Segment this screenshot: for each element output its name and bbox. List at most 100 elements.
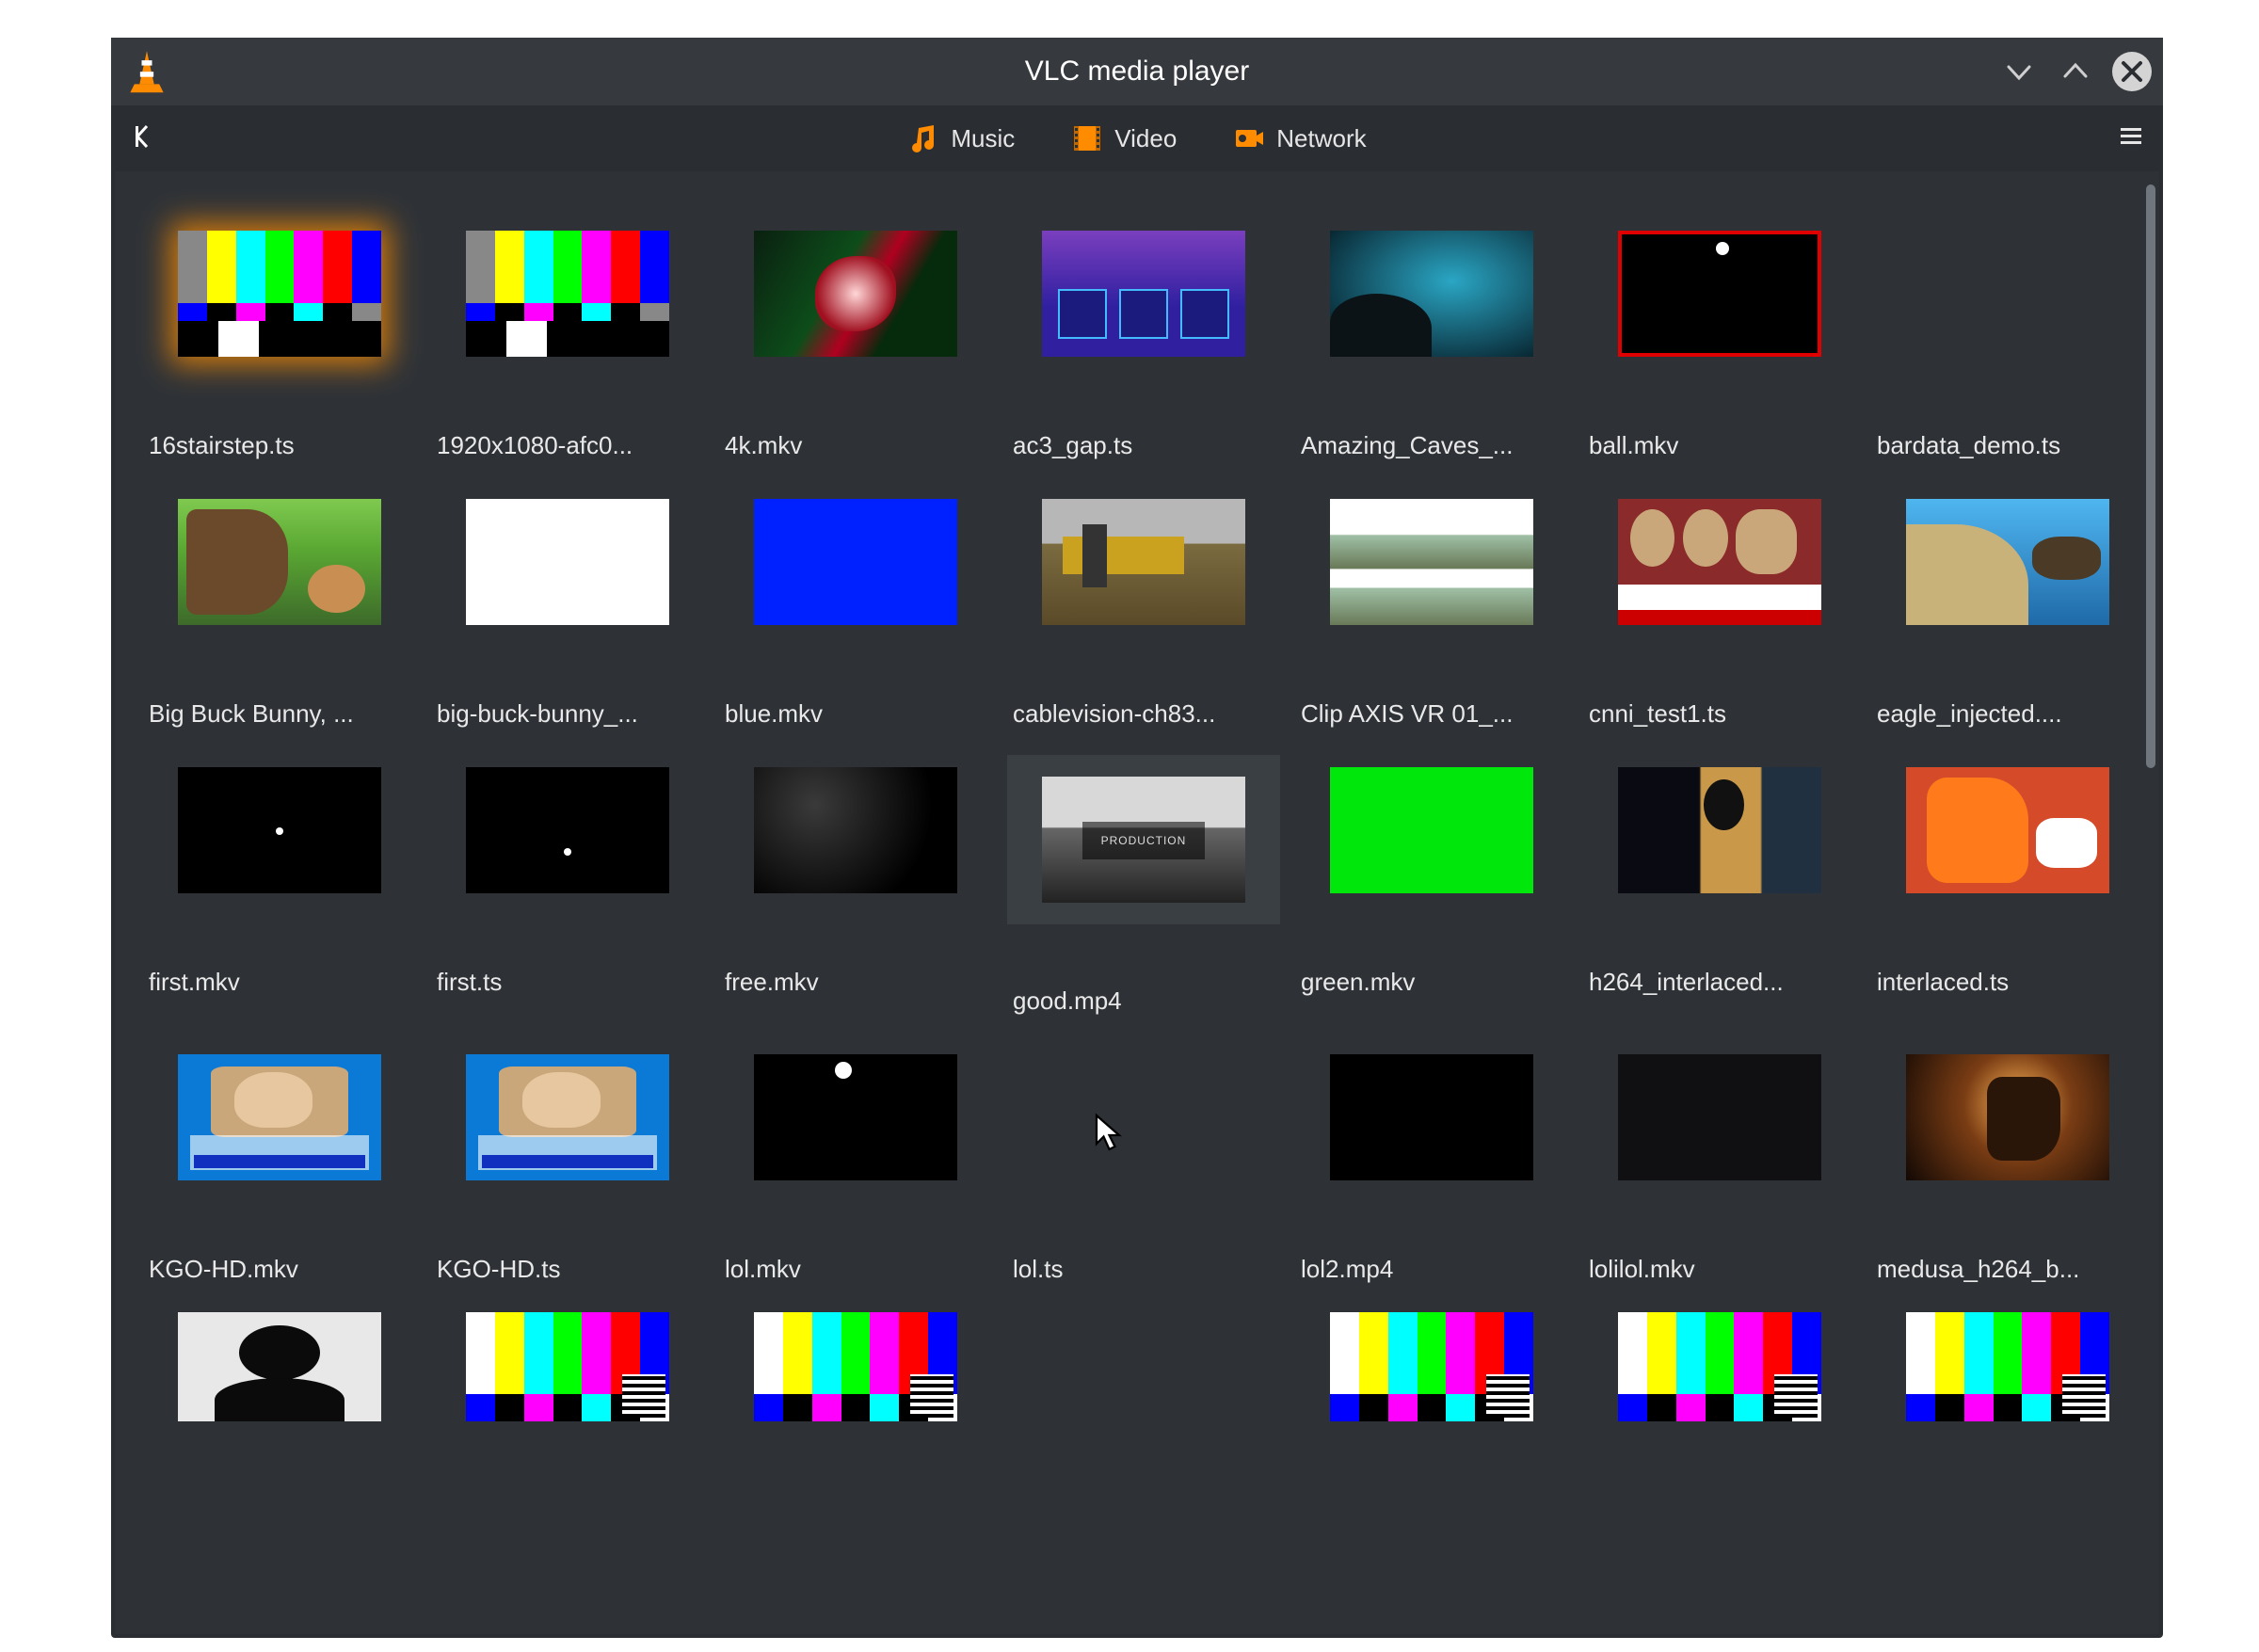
thumbnail (1042, 231, 1245, 357)
video-item[interactable]: cablevision-ch83... (1007, 487, 1280, 729)
thumbnail-wrap (431, 487, 704, 637)
video-item[interactable]: first.mkv (143, 755, 416, 1016)
thumbnail (1906, 1312, 2109, 1421)
thumbnail-wrap (1583, 218, 1856, 369)
video-label: 4k.mkv (719, 425, 808, 460)
video-item[interactable]: 16stairstep.ts (143, 218, 416, 460)
video-item[interactable]: medusa_h264_b... (1871, 1042, 2144, 1284)
video-item[interactable]: lolilol.mkv (1583, 1042, 1856, 1284)
close-button[interactable] (2112, 52, 2152, 91)
video-item[interactable]: eagle_injected.... (1871, 487, 2144, 729)
thumbnail: PRODUCTION (1042, 777, 1245, 903)
camera-icon (1233, 122, 1265, 154)
toolbar: Music Video Network (111, 105, 2163, 171)
thumbnail-wrap (1007, 1310, 1280, 1423)
back-button[interactable] (130, 122, 158, 155)
thumbnail (754, 1054, 957, 1180)
tab-music-label: Music (951, 124, 1015, 153)
thumbnail (754, 499, 957, 625)
thumbnail (1906, 1054, 2109, 1180)
video-item[interactable] (1295, 1310, 1568, 1423)
thumbnail (754, 767, 957, 893)
tab-video-label: Video (1114, 124, 1177, 153)
thumbnail (1330, 767, 1533, 893)
tab-network-label: Network (1276, 124, 1366, 153)
thumbnail-wrap: PRODUCTION (1007, 755, 1280, 924)
video-label: 16stairstep.ts (143, 425, 300, 460)
thumbnail (1906, 767, 2109, 893)
thumbnail-wrap (1583, 1310, 1856, 1423)
video-item[interactable]: free.mkv (719, 755, 992, 1016)
thumbnail-wrap (143, 1310, 416, 1423)
tab-music[interactable]: Music (907, 122, 1015, 154)
video-grid: 16stairstep.ts 1920x1080-afc0... 4k.mkv ac… (115, 171, 2159, 1442)
video-item[interactable]: lol.ts (1007, 1042, 1280, 1284)
video-item[interactable] (1007, 1310, 1280, 1423)
video-label: cablevision-ch83... (1007, 694, 1221, 729)
thumbnail (466, 767, 669, 893)
video-item[interactable]: green.mkv (1295, 755, 1568, 1016)
video-item[interactable]: bardata_demo.ts (1871, 218, 2144, 460)
thumbnail (178, 1054, 381, 1180)
film-icon (1071, 122, 1103, 154)
thumbnail (1618, 1312, 1821, 1421)
video-label: ac3_gap.ts (1007, 425, 1138, 460)
video-label: KGO-HD.ts (431, 1249, 566, 1284)
thumbnail-wrap (1007, 1042, 1280, 1193)
thumbnail (178, 499, 381, 625)
video-item[interactable]: h264_interlaced... (1583, 755, 1856, 1016)
video-item[interactable]: 1920x1080-afc0... (431, 218, 704, 460)
thumbnail-wrap (719, 218, 992, 369)
video-item[interactable]: KGO-HD.ts (431, 1042, 704, 1284)
video-label: first.ts (431, 962, 507, 997)
video-label: big-buck-bunny_... (431, 694, 644, 729)
video-item[interactable] (143, 1310, 416, 1423)
thumbnail-wrap (143, 218, 416, 369)
app-window: VLC media player Music (111, 38, 2163, 1638)
thumbnail-wrap (431, 218, 704, 369)
video-item[interactable] (431, 1310, 704, 1423)
video-item[interactable]: first.ts (431, 755, 704, 1016)
thumbnail (1618, 767, 1821, 893)
thumbnail (1906, 499, 2109, 625)
video-item[interactable]: lol.mkv (719, 1042, 992, 1284)
window-title: VLC media player (111, 56, 2163, 88)
video-item[interactable]: interlaced.ts (1871, 755, 2144, 1016)
video-label: eagle_injected.... (1871, 694, 2068, 729)
thumbnail-wrap (143, 755, 416, 906)
thumbnail-wrap (1295, 487, 1568, 637)
thumbnail-wrap (1295, 218, 1568, 369)
video-item[interactable]: Amazing_Caves_... (1295, 218, 1568, 460)
video-item[interactable]: ball.mkv (1583, 218, 1856, 460)
thumbnail-wrap (1583, 487, 1856, 637)
video-item[interactable]: lol2.mp4 (1295, 1042, 1568, 1284)
video-item[interactable] (719, 1310, 992, 1423)
video-item[interactable]: big-buck-bunny_... (431, 487, 704, 729)
scrollbar-thumb[interactable] (2146, 184, 2155, 768)
thumbnail-wrap (1007, 487, 1280, 637)
menu-button[interactable] (2118, 123, 2144, 154)
video-item[interactable]: Clip AXIS VR 01_... (1295, 487, 1568, 729)
thumbnail (1330, 499, 1533, 625)
vlc-cone-icon (126, 51, 168, 92)
thumbnail-wrap (1871, 487, 2144, 637)
video-label: Clip AXIS VR 01_... (1295, 694, 1518, 729)
video-item[interactable]: KGO-HD.mkv (143, 1042, 416, 1284)
video-label: free.mkv (719, 962, 825, 997)
maximize-button[interactable] (2056, 52, 2095, 91)
tab-video[interactable]: Video (1071, 122, 1177, 154)
video-item[interactable]: ac3_gap.ts (1007, 218, 1280, 460)
video-item[interactable]: Big Buck Bunny, ... (143, 487, 416, 729)
video-item[interactable]: cnni_test1.ts (1583, 487, 1856, 729)
thumbnail (1618, 1054, 1821, 1180)
minimize-button[interactable] (1999, 52, 2039, 91)
video-item[interactable]: blue.mkv (719, 487, 992, 729)
close-icon (2112, 52, 2152, 91)
video-item[interactable] (1583, 1310, 1856, 1423)
tab-network[interactable]: Network (1233, 122, 1366, 154)
thumbnail (466, 1054, 669, 1180)
video-label: lol2.mp4 (1295, 1249, 1399, 1284)
video-item[interactable]: 4k.mkv (719, 218, 992, 460)
video-item[interactable] (1871, 1310, 2144, 1423)
video-item[interactable]: PRODUCTIONgood.mp4 (1007, 755, 1280, 1016)
